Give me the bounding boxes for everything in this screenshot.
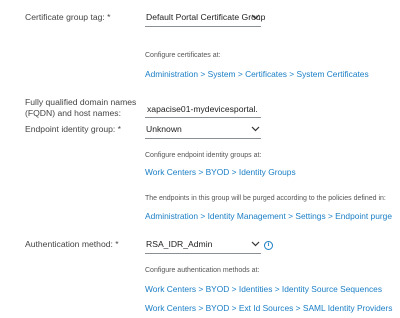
chevron-down-icon [251,241,260,247]
certificate-help-text: Configure certificates at: [145,52,221,59]
chevron-down-icon [251,14,260,20]
fqdn-input[interactable] [145,102,261,116]
chevron-down-icon [251,126,260,132]
fqdn-field[interactable] [145,102,261,118]
authentication-method-label: Authentication method: * [25,239,119,249]
certificate-group-tag-value: Default Portal Certificate Group [146,12,266,22]
authentication-method-select[interactable]: RSA_IDR_Admin [145,238,261,254]
saml-identity-providers-link[interactable]: Work Centers > BYOD > Ext Id Sources > S… [145,303,392,313]
fqdn-label-line2: (FQDN) and host names: [25,108,121,118]
certificate-group-tag-label: Certificate group tag: * [25,12,111,22]
authentication-method-value: RSA_IDR_Admin [146,239,213,249]
info-icon[interactable]: i [264,241,273,250]
endpoint-purge-link[interactable]: Administration > Identity Management > S… [145,211,392,221]
endpoint-identity-group-value: Unknown [146,124,182,134]
certificate-group-tag-select[interactable]: Default Portal Certificate Group [145,11,265,27]
endpoint-purge-help-text: The endpoints in this group will be purg… [145,195,386,202]
fqdn-label-line1: Fully qualified domain names [25,97,137,107]
authentication-methods-help-text: Configure authentication methods at: [145,267,260,274]
identity-groups-link[interactable]: Work Centers > BYOD > Identity Groups [145,167,296,177]
endpoint-identity-help-text: Configure endpoint identity groups at: [145,152,262,159]
endpoint-identity-group-label: Endpoint identity group: * [25,124,122,134]
endpoint-identity-group-select[interactable]: Unknown [145,123,261,139]
system-certificates-link[interactable]: Administration > System > Certificates >… [145,69,369,79]
identity-source-sequences-link[interactable]: Work Centers > BYOD > Identities > Ident… [145,284,382,294]
